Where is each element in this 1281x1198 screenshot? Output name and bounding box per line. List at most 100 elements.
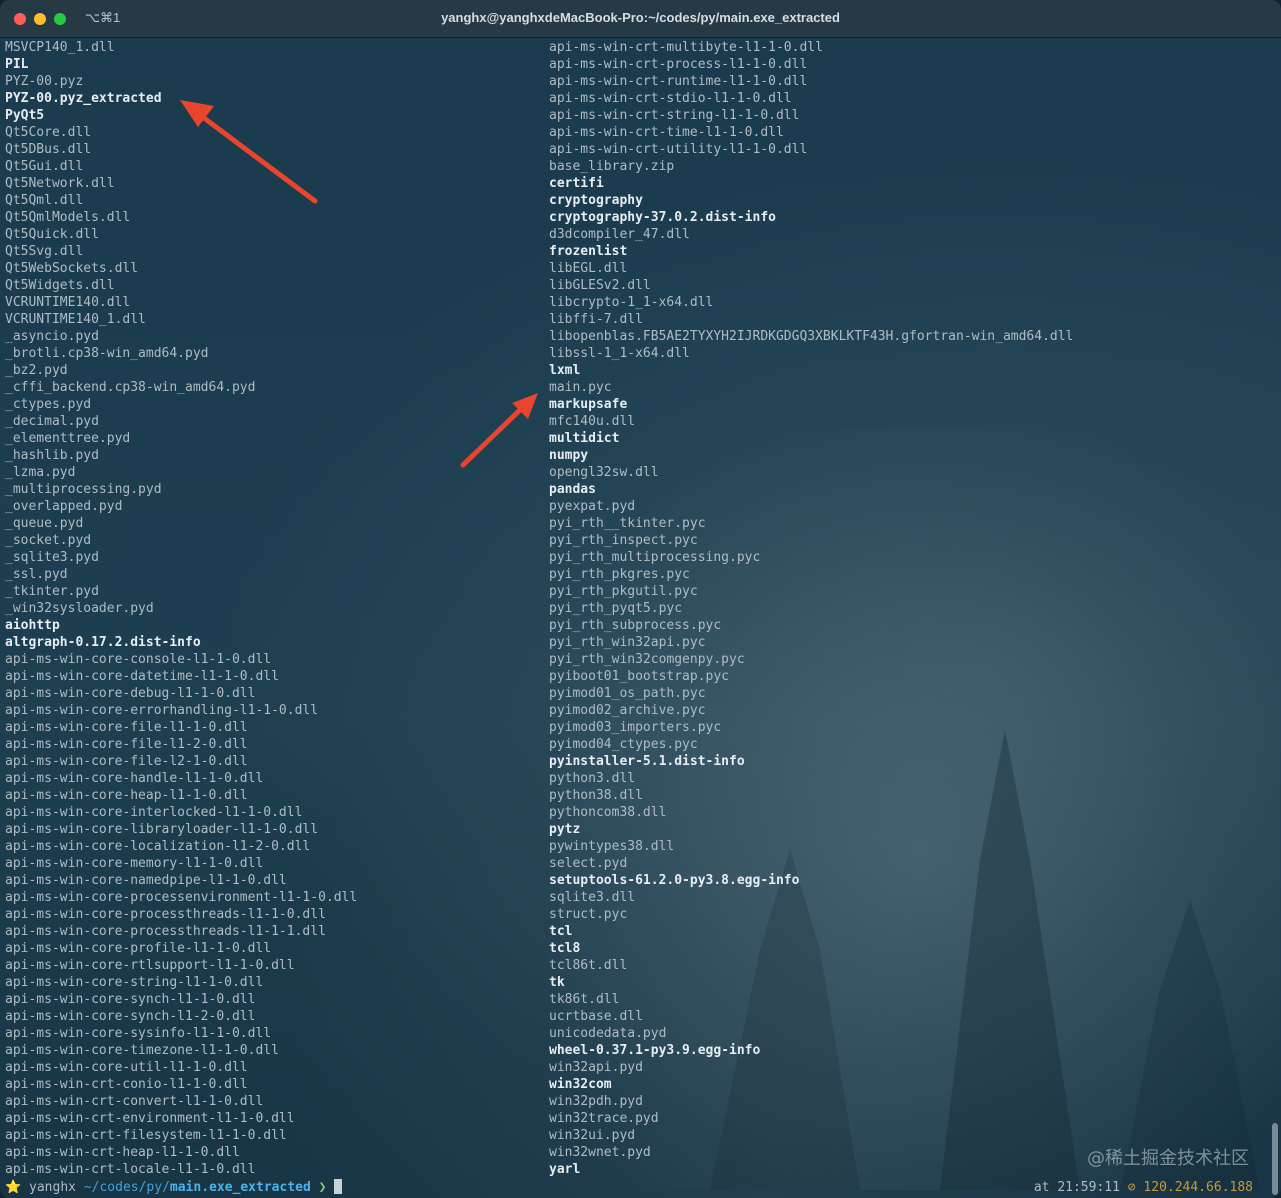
file-entry: _win32sysloader.pyd (5, 601, 154, 616)
directory-entry: certifi (549, 176, 604, 191)
prompt-chevron-icon: ❯ (318, 1180, 327, 1195)
directory-entry: pytz (549, 822, 581, 837)
file-entry: pyi_rth__tkinter.pyc (549, 516, 706, 531)
terminal-window: ⌥⌘1 yanghx@yanghxdeMacBook-Pro:~/codes/p… (0, 0, 1281, 1198)
directory-entry: pandas (549, 482, 596, 497)
file-entry: _asyncio.pyd (5, 329, 99, 344)
file-entry: pyi_rth_win32api.pyc (549, 635, 706, 650)
file-entry: sqlite3.dll (549, 890, 636, 905)
file-entry: _bz2.pyd (5, 363, 68, 378)
file-entry: api-ms-win-core-synch-l1-2-0.dll (5, 1009, 256, 1024)
directory-entry: cryptography (549, 193, 643, 208)
file-entry: pyi_rth_pkgres.pyc (549, 567, 690, 582)
file-entry: _ctypes.pyd (5, 397, 92, 412)
file-entry: _elementtree.pyd (5, 431, 131, 446)
file-entry: libEGL.dll (549, 261, 628, 276)
file-entry: _sqlite3.pyd (5, 550, 99, 565)
file-entry: api-ms-win-crt-stdio-l1-1-0.dll (549, 91, 792, 106)
file-entry: api-ms-win-core-file-l1-1-0.dll (5, 720, 248, 735)
file-entry: _brotli.cp38-win_amd64.pyd (5, 346, 209, 361)
file-entry: pywintypes38.dll (549, 839, 675, 854)
file-entry: ucrtbase.dll (549, 1009, 643, 1024)
file-entry: api-ms-win-core-processthreads-l1-1-1.dl… (5, 924, 326, 939)
scrollbar-thumb[interactable] (1272, 1123, 1278, 1195)
directory-entry: tk (549, 975, 565, 990)
window-title: yanghx@yanghxdeMacBook-Pro:~/codes/py/ma… (441, 10, 840, 25)
file-entry: _cffi_backend.cp38-win_amd64.pyd (5, 380, 256, 395)
file-entry: win32ui.pyd (549, 1128, 636, 1143)
file-entry: _socket.pyd (5, 533, 92, 548)
directory-entry: tcl (549, 924, 573, 939)
file-entry: api-ms-win-crt-environment-l1-1-0.dll (5, 1111, 295, 1126)
file-entry: api-ms-win-core-string-l1-1-0.dll (5, 975, 264, 990)
file-entry: api-ms-win-crt-string-l1-1-0.dll (549, 108, 800, 123)
directory-entry: markupsafe (549, 397, 628, 412)
file-entry: Qt5WebSockets.dll (5, 261, 139, 276)
file-entry: d3dcompiler_47.dll (549, 227, 690, 242)
star-icon: ⭐ (5, 1180, 22, 1195)
file-entry: PYZ-00.pyz (5, 74, 84, 89)
file-entry: api-ms-win-crt-utility-l1-1-0.dll (549, 142, 808, 157)
file-entry: _multiprocessing.pyd (5, 482, 162, 497)
file-entry: MSVCP140_1.dll (5, 40, 115, 55)
file-entry: Qt5Widgets.dll (5, 278, 115, 293)
right-prompt: at 21:59:11 ⊘ 120.244.66.188 (1034, 1179, 1253, 1196)
file-entry: api-ms-win-core-heap-l1-1-0.dll (5, 788, 248, 803)
file-entry: pyexpat.pyd (549, 499, 636, 514)
file-entry: VCRUNTIME140.dll (5, 295, 131, 310)
file-entry: pyiboot01_bootstrap.pyc (549, 669, 730, 684)
file-entry: pyi_rth_subprocess.pyc (549, 618, 722, 633)
directory-entry: wheel-0.37.1-py3.9.egg-info (549, 1043, 761, 1058)
file-entry: api-ms-win-crt-time-l1-1-0.dll (549, 125, 784, 140)
file-entry: pyi_rth_pkgutil.pyc (549, 584, 698, 599)
file-entry: mfc140u.dll (549, 414, 636, 429)
text-cursor (334, 1179, 343, 1194)
file-entry: api-ms-win-crt-convert-l1-1-0.dll (5, 1094, 264, 1109)
annotation-arrow-main-pyc (460, 393, 538, 468)
file-entry: unicodedata.pyd (549, 1026, 667, 1041)
title-bar: ⌥⌘1 yanghx@yanghxdeMacBook-Pro:~/codes/p… (0, 0, 1281, 38)
file-entry: base_library.zip (549, 159, 675, 174)
file-entry: _ssl.pyd (5, 567, 68, 582)
shell-prompt[interactable]: ⭐ yanghx ~/codes/py/main.exe_extracted ❯ (5, 1179, 343, 1196)
directory-entry: pyinstaller-5.1.dist-info (549, 754, 745, 769)
file-entry: pythoncom38.dll (549, 805, 667, 820)
file-entry: api-ms-win-crt-locale-l1-1-0.dll (5, 1162, 256, 1177)
prompt-time: at 21:59:11 (1033, 1180, 1120, 1195)
scrollbar[interactable] (1268, 40, 1278, 1195)
file-entry: _hashlib.pyd (5, 448, 99, 463)
file-entry: api-ms-win-core-rtlsupport-l1-1-0.dll (5, 958, 295, 973)
file-entry: pyimod02_archive.pyc (549, 703, 706, 718)
file-entry: api-ms-win-crt-runtime-l1-1-0.dll (549, 74, 808, 89)
file-entry: opengl32sw.dll (549, 465, 659, 480)
file-entry: api-ms-win-core-debug-l1-1-0.dll (5, 686, 256, 701)
file-entry: tcl86t.dll (549, 958, 628, 973)
file-entry: _tkinter.pyd (5, 584, 99, 599)
file-entry: api-ms-win-crt-filesystem-l1-1-0.dll (5, 1128, 287, 1143)
file-entry: libcrypto-1_1-x64.dll (549, 295, 714, 310)
file-entry: api-ms-win-crt-multibyte-l1-1-0.dll (549, 40, 823, 55)
file-entry: api-ms-win-core-namedpipe-l1-1-0.dll (5, 873, 287, 888)
prompt-path-current: main.exe_extracted (169, 1180, 311, 1195)
file-entry: api-ms-win-core-datetime-l1-1-0.dll (5, 669, 279, 684)
watermark: @稀土掘金技术社区 (1087, 1148, 1249, 1169)
file-entry: python3.dll (549, 771, 636, 786)
file-entry: win32api.pyd (549, 1060, 643, 1075)
directory-entry: setuptools-61.2.0-py3.8.egg-info (549, 873, 800, 888)
file-entry: api-ms-win-core-file-l1-2-0.dll (5, 737, 248, 752)
file-entry: _lzma.pyd (5, 465, 76, 480)
file-entry: select.pyd (549, 856, 628, 871)
file-entry: main.pyc (549, 380, 612, 395)
file-entry: pyi_rth_inspect.pyc (549, 533, 698, 548)
file-list-left-column: MSVCP140_1.dll PIL PYZ-00.pyz PYZ-00.pyz_ex… (5, 39, 357, 1178)
file-entry: VCRUNTIME140_1.dll (5, 312, 146, 327)
directory-entry: tcl8 (549, 941, 581, 956)
file-entry: pyi_rth_win32comgenpy.pyc (549, 652, 745, 667)
file-entry: Qt5QmlModels.dll (5, 210, 131, 225)
file-entry: api-ms-win-core-processthreads-l1-1-0.dl… (5, 907, 326, 922)
file-entry: Qt5Network.dll (5, 176, 115, 191)
file-entry: pyi_rth_pyqt5.pyc (549, 601, 683, 616)
directory-entry: PyQt5 (5, 108, 45, 123)
prompt-ip-address: 120.244.66.188 (1143, 1180, 1253, 1195)
file-entry: win32wnet.pyd (549, 1145, 651, 1160)
